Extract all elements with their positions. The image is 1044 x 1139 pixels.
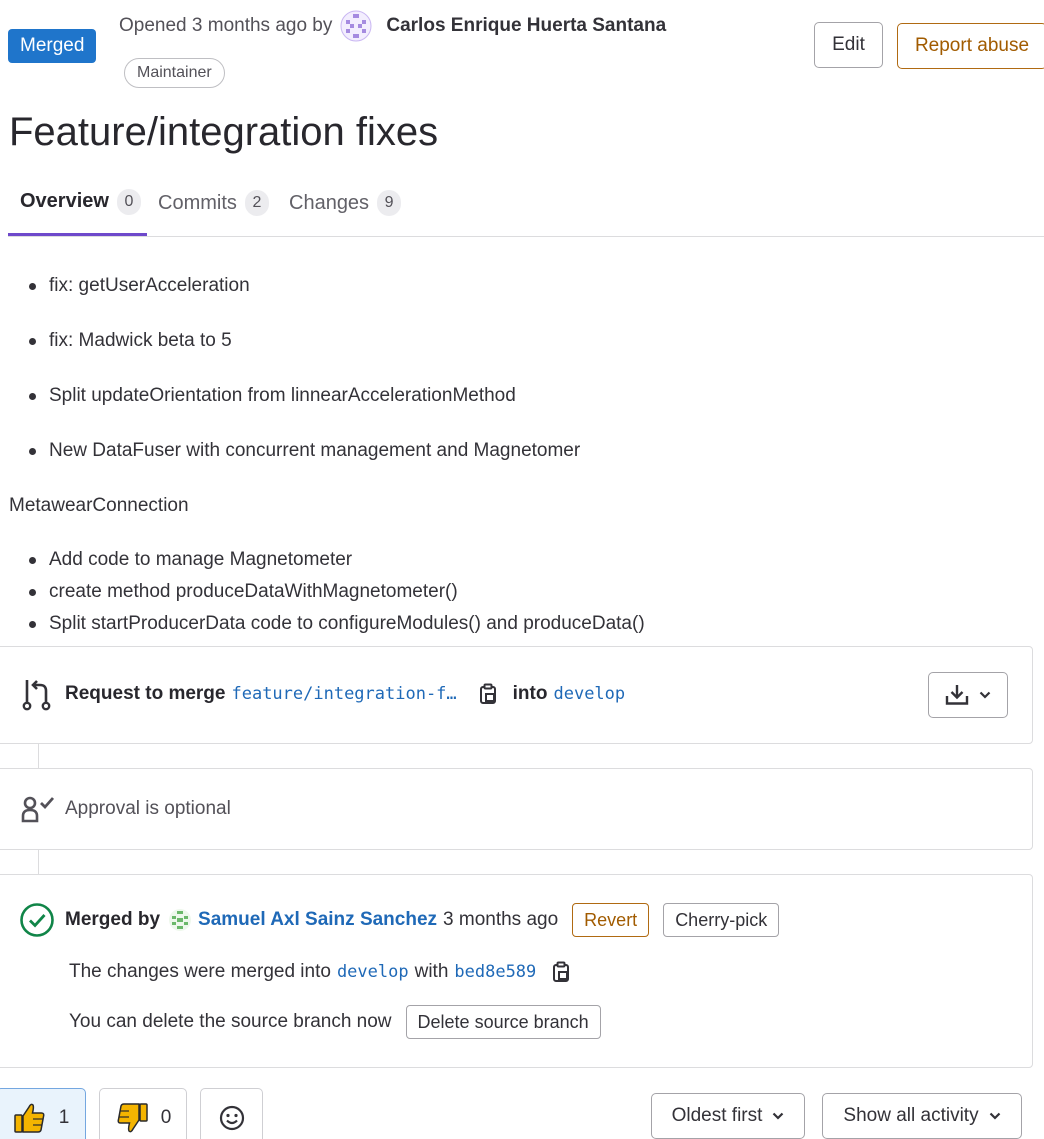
thumbs-down-icon (117, 1103, 148, 1133)
opened-text: Opened 3 months ago by (119, 15, 333, 36)
page-title: Feature/integration fixes (9, 110, 439, 154)
target-branch-link[interactable]: develop (553, 684, 625, 704)
merged-time: 3 months ago (443, 909, 559, 930)
tab-commits[interactable]: Commits 2 (158, 170, 269, 236)
timeline-connector (38, 850, 39, 874)
list-item: Split startProducerData code to configur… (26, 608, 645, 640)
merged-target-branch-link[interactable]: develop (337, 962, 409, 982)
description-list: Add code to manage Magnetometer create m… (26, 544, 645, 640)
merger-avatar-icon[interactable] (168, 908, 192, 932)
copy-icon[interactable] (477, 683, 499, 705)
tab-label: Changes (289, 191, 370, 214)
description-paragraph: MetawearConnection (9, 495, 189, 516)
commit-sha-link[interactable]: bed8e589 (454, 962, 536, 982)
request-to-merge-row: Request to merge feature/integration-f… … (21, 677, 631, 711)
tab-count-badge: 0 (116, 188, 141, 215)
smiley-icon (219, 1105, 244, 1131)
tab-changes[interactable]: Changes 9 (289, 170, 402, 236)
merged-details-line: The changes were merged into develop wit… (69, 961, 586, 983)
list-item: New DataFuser with concurrent management… (26, 435, 580, 490)
description-list: fix: getUserAcceleration fix: Madwick be… (26, 270, 580, 490)
activity-filter-label: Show all activity (843, 1105, 979, 1126)
success-check-icon (20, 903, 54, 937)
chevron-down-icon (773, 1112, 784, 1120)
opened-by-line: Opened 3 months ago by Carlos Enrique Hu… (119, 10, 666, 42)
approval-icon (21, 796, 55, 823)
tab-label: Overview (20, 190, 109, 212)
chevron-down-icon (979, 691, 991, 699)
author-avatar-icon[interactable] (340, 10, 372, 42)
delete-branch-line: You can delete the source branch now Del… (69, 1005, 601, 1039)
approval-text: Approval is optional (65, 798, 231, 819)
list-item: fix: getUserAcceleration (26, 270, 580, 325)
edit-button[interactable]: Edit (814, 22, 883, 68)
delete-source-branch-button[interactable]: Delete source branch (405, 1005, 601, 1039)
merged-by-label: Merged by (65, 909, 161, 930)
activity-filter-dropdown[interactable]: Show all activity (822, 1093, 1022, 1139)
mr-tabs: Overview 0 Commits 2 Changes 9 (8, 170, 1044, 237)
tab-count-badge: 9 (377, 190, 402, 216)
tab-overview[interactable]: Overview 0 (8, 170, 147, 236)
merged-into-text: The changes were merged into (69, 961, 331, 982)
thumbs-up-count: 1 (58, 1107, 70, 1128)
chevron-down-icon (989, 1112, 1000, 1120)
sort-order-label: Oldest first (671, 1105, 763, 1126)
status-badge: Merged (8, 29, 97, 63)
list-item: create method produceDataWithMagnetomete… (26, 576, 645, 608)
thumbs-up-icon (13, 1103, 45, 1133)
merge-request-widget: Request to merge feature/integration-f… … (0, 646, 1033, 744)
source-branch-link[interactable]: feature/integration-f… (231, 684, 456, 704)
download-icon (945, 685, 969, 705)
tab-count-badge: 2 (244, 190, 269, 216)
download-dropdown-button[interactable] (928, 672, 1008, 718)
into-label: into (512, 683, 548, 704)
revert-button[interactable]: Revert (572, 903, 650, 937)
list-item: Add code to manage Magnetometer (26, 544, 645, 576)
copy-icon[interactable] (550, 961, 572, 983)
report-abuse-button[interactable]: Report abuse (897, 23, 1044, 69)
thumbs-up-reaction-button[interactable]: 1 (0, 1088, 86, 1139)
request-to-merge-label: Request to merge (65, 683, 226, 704)
timeline-connector (38, 744, 39, 768)
author-name-link[interactable]: Carlos Enrique Huerta Santana (386, 15, 666, 37)
merged-widget: Merged by Samuel Axl Sainz Sanchez 3 mon… (0, 874, 1033, 1068)
delete-branch-text: You can delete the source branch now (69, 1011, 392, 1032)
cherry-pick-button[interactable]: Cherry-pick (663, 903, 780, 937)
thumbs-down-reaction-button[interactable]: 0 (99, 1088, 187, 1139)
merged-with-text: with (414, 961, 449, 982)
approval-widget: Approval is optional (0, 768, 1033, 850)
sort-order-dropdown[interactable]: Oldest first (651, 1093, 805, 1139)
merge-request-icon (22, 680, 51, 711)
list-item: Split updateOrientation from linnearAcce… (26, 380, 580, 435)
add-reaction-button[interactable] (200, 1088, 263, 1139)
author-role-badge: Maintainer (124, 58, 225, 88)
merged-by-user-link[interactable]: Samuel Axl Sainz Sanchez (198, 909, 437, 931)
thumbs-down-count: 0 (160, 1107, 172, 1128)
merged-by-row: Merged by Samuel Axl Sainz Sanchez 3 mon… (19, 902, 780, 938)
tab-label: Commits (158, 191, 237, 214)
list-item: fix: Madwick beta to 5 (26, 325, 580, 380)
approval-row: Approval is optional (21, 795, 231, 823)
